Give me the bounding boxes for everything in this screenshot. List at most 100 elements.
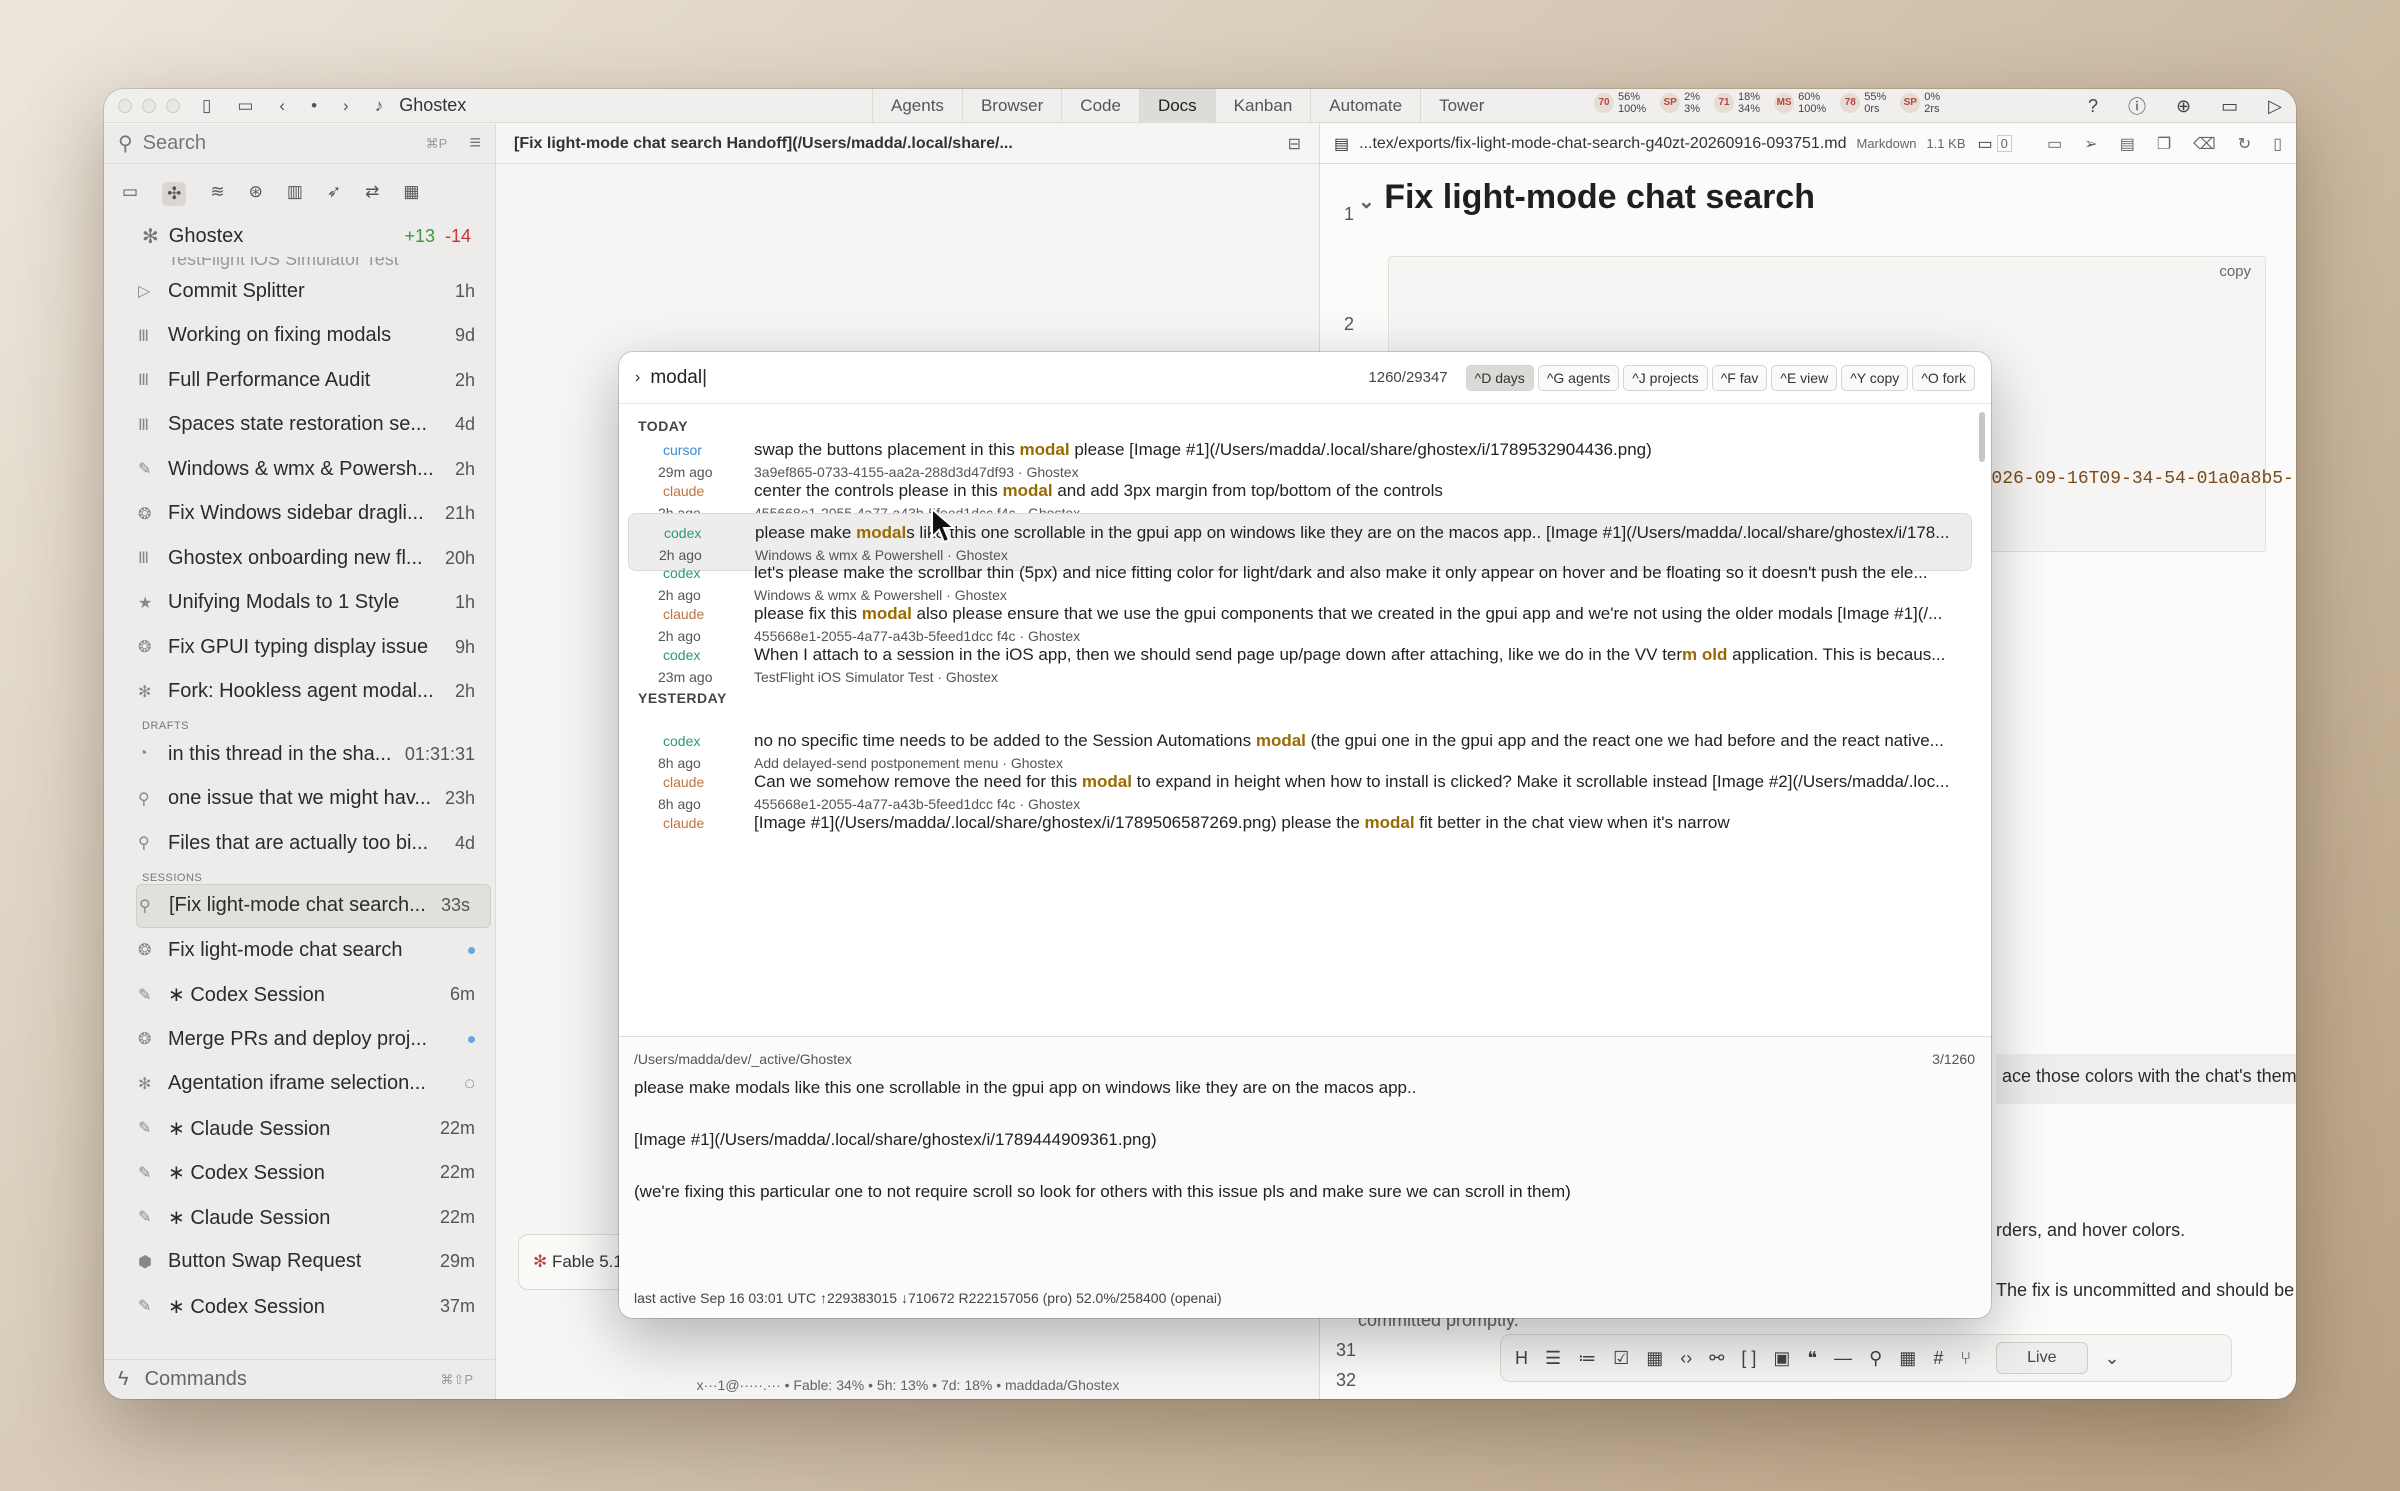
result-row[interactable]: claude [Image #1](/Users/madda/.local/sha…	[628, 804, 1972, 862]
session-item[interactable]: ✎ ∗ Codex Session 22m	[104, 1151, 495, 1196]
filter-chip[interactable]: ^J projects	[1623, 364, 1708, 391]
thread-item[interactable]: ★ Unifying Modals to 1 Style 1h	[104, 581, 495, 626]
scrollbar[interactable]	[1979, 412, 1985, 462]
thread-item[interactable]: ✎ Windows & wmx & Powersh... 2h	[104, 447, 495, 492]
session-item[interactable]: ⚲ [Fix light-mode chat search... 33s	[136, 883, 491, 928]
draft-item-icon: ⚲	[138, 790, 150, 808]
trash-icon[interactable]: ⌫	[2193, 134, 2216, 154]
tree-icon[interactable]: ✣	[162, 182, 187, 206]
menu-icon[interactable]: ≡	[469, 132, 481, 155]
grid-icon[interactable]: ▦	[403, 182, 419, 206]
tab-docs[interactable]: Docs	[1138, 89, 1215, 123]
globe-icon[interactable]: ⊕	[2176, 96, 2191, 117]
numbered-list-icon[interactable]: ≔	[1578, 1348, 1596, 1369]
filter-chip[interactable]: ^Y copy	[1841, 364, 1909, 391]
chart-icon[interactable]: ▥	[287, 182, 303, 206]
copy-button[interactable]: copy	[2219, 263, 2251, 280]
thread-item[interactable]: ❂ Fix GPUI typing display issue 9h	[104, 625, 495, 670]
layers-icon[interactable]: ≋	[210, 182, 224, 206]
split-icon[interactable]: ⊟	[1288, 134, 1301, 154]
close-dot[interactable]	[118, 98, 132, 113]
tab-kanban[interactable]: Kanban	[1214, 89, 1311, 123]
refresh-icon[interactable]: ↻	[2238, 134, 2251, 154]
find-icon[interactable]: ⚲	[1869, 1348, 1882, 1369]
bracket-icon[interactable]: [ ]	[1741, 1348, 1756, 1369]
bell-icon[interactable]: ♪	[375, 96, 384, 116]
heading-icon[interactable]: H	[1515, 1348, 1528, 1369]
thread-item[interactable]: Ⅲ Ghostex onboarding new fl... 20h	[104, 536, 495, 581]
branch-icon[interactable]: ⑂	[1960, 1348, 1971, 1369]
help-icon[interactable]: ?	[2088, 96, 2098, 117]
thread-item[interactable]: ▷ Commit Splitter 1h	[104, 269, 495, 314]
search-input[interactable]: Search	[143, 132, 206, 155]
filter-chip[interactable]: ^G agents	[1537, 364, 1620, 391]
chat-icon[interactable]: ▭	[237, 96, 253, 116]
session-item[interactable]: ❂ Fix light-mode chat search	[104, 928, 495, 973]
rocket-icon[interactable]: ➶	[327, 182, 341, 206]
filter-chip[interactable]: ^D days	[1465, 364, 1534, 391]
message-icon[interactable]: ▭	[2047, 134, 2062, 154]
draft-item[interactable]: ◔ in this thread in the sha... 01:31:31	[104, 732, 495, 777]
bullet-list-icon[interactable]: ☰	[1545, 1348, 1561, 1369]
play-icon[interactable]: ▷	[2268, 96, 2282, 117]
laptop-icon[interactable]: ▭	[122, 182, 138, 206]
quote-icon[interactable]: ❝	[1807, 1348, 1817, 1369]
minimize-dot[interactable]	[142, 98, 156, 113]
thread-item[interactable]: ❂ Fix Windows sidebar dragli... 21h	[104, 492, 495, 537]
session-item[interactable]: ✎ ∗ Codex Session 37m	[104, 1284, 495, 1329]
session-item[interactable]: ⬢ Button Swap Request 29m	[104, 1240, 495, 1285]
project-header[interactable]: ✻ Ghostex +13 -14	[104, 216, 495, 257]
network-icon[interactable]: ⊛	[249, 182, 263, 206]
hash-icon[interactable]: #	[1933, 1348, 1943, 1369]
filter-chip[interactable]: ^O fork	[1912, 364, 1975, 391]
rule-icon[interactable]: —	[1834, 1348, 1852, 1369]
draft-item[interactable]: ⚲ one issue that we might hav... 23h	[104, 777, 495, 822]
link-icon[interactable]: ⚯	[1709, 1348, 1724, 1369]
filter-chip[interactable]: ^F fav	[1711, 364, 1768, 391]
commands-bar[interactable]: ϟ Commands ⌘⇧P	[104, 1359, 495, 1399]
result-row[interactable]: codex 23m ago When I attach to a session i…	[628, 636, 1972, 694]
thread-item[interactable]: Ⅲ Full Performance Audit 2h	[104, 358, 495, 403]
zoom-dot[interactable]	[166, 98, 180, 113]
dot-icon[interactable]: •	[311, 96, 317, 116]
palette-query-input[interactable]: modal	[650, 367, 702, 389]
copy-icon[interactable]: ❐	[2157, 134, 2171, 154]
back-icon[interactable]: ‹	[279, 96, 285, 116]
tab-code[interactable]: Code	[1061, 89, 1139, 123]
live-mode-button[interactable]: Live	[1996, 1342, 2088, 1374]
thread-item[interactable]: Ⅲ Spaces state restoration se... 4d	[104, 403, 495, 448]
session-item[interactable]: ✎ ∗ Codex Session 6m	[104, 973, 495, 1018]
session-item[interactable]: ✎ ∗ Claude Session 22m	[104, 1195, 495, 1240]
code-icon[interactable]: ‹›	[1680, 1348, 1692, 1369]
traffic-lights[interactable]	[118, 98, 180, 113]
checklist-icon[interactable]: ☑	[1613, 1348, 1629, 1369]
tab-browser[interactable]: Browser	[961, 89, 1061, 123]
grid-view-icon[interactable]: ▦	[1899, 1348, 1916, 1369]
sidebar-toggle-icon[interactable]: ▯	[202, 96, 211, 116]
message-post: application. This is becaus...	[1727, 645, 1946, 664]
fold-icon[interactable]: ⌄	[1358, 191, 1375, 213]
comments-icon[interactable]: ▭	[1978, 134, 1993, 154]
draft-item[interactable]: ⚲ Files that are actually too bi... 4d	[104, 821, 495, 866]
table-icon[interactable]: ▦	[1646, 1348, 1663, 1369]
sync-icon[interactable]: ⇄	[365, 182, 379, 206]
meter-badge: SP	[1900, 93, 1921, 113]
thread-item[interactable]: ✻ Fork: Hookless agent modal... 2h	[104, 670, 495, 715]
session-item[interactable]: ✎ ∗ Claude Session 22m	[104, 1106, 495, 1151]
session-item[interactable]: ✻ Agentation iframe selection... ◌	[104, 1062, 495, 1107]
filter-chip[interactable]: ^E view	[1771, 364, 1838, 391]
tab-tower[interactable]: Tower	[1420, 89, 1502, 123]
info-icon[interactable]: ⓘ	[2128, 93, 2146, 119]
display-icon[interactable]: ▭	[2221, 96, 2238, 117]
tab-agents[interactable]: Agents	[872, 89, 962, 123]
search-bar[interactable]: ⚲ Search ⌘P ≡	[104, 124, 495, 164]
note-icon[interactable]: ▤	[2120, 134, 2135, 154]
image-icon[interactable]: ▣	[1773, 1348, 1790, 1369]
tab-automate[interactable]: Automate	[1310, 89, 1420, 123]
panel-icon[interactable]: ▯	[2273, 134, 2282, 154]
forward-icon[interactable]: ›	[343, 96, 349, 116]
session-item[interactable]: ❂ Merge PRs and deploy proj...	[104, 1017, 495, 1062]
chevron-down-icon[interactable]: ⌄	[2105, 1348, 2120, 1369]
send-icon[interactable]: ➢	[2084, 134, 2097, 154]
thread-item[interactable]: Ⅲ Working on fixing modals 9d	[104, 314, 495, 359]
